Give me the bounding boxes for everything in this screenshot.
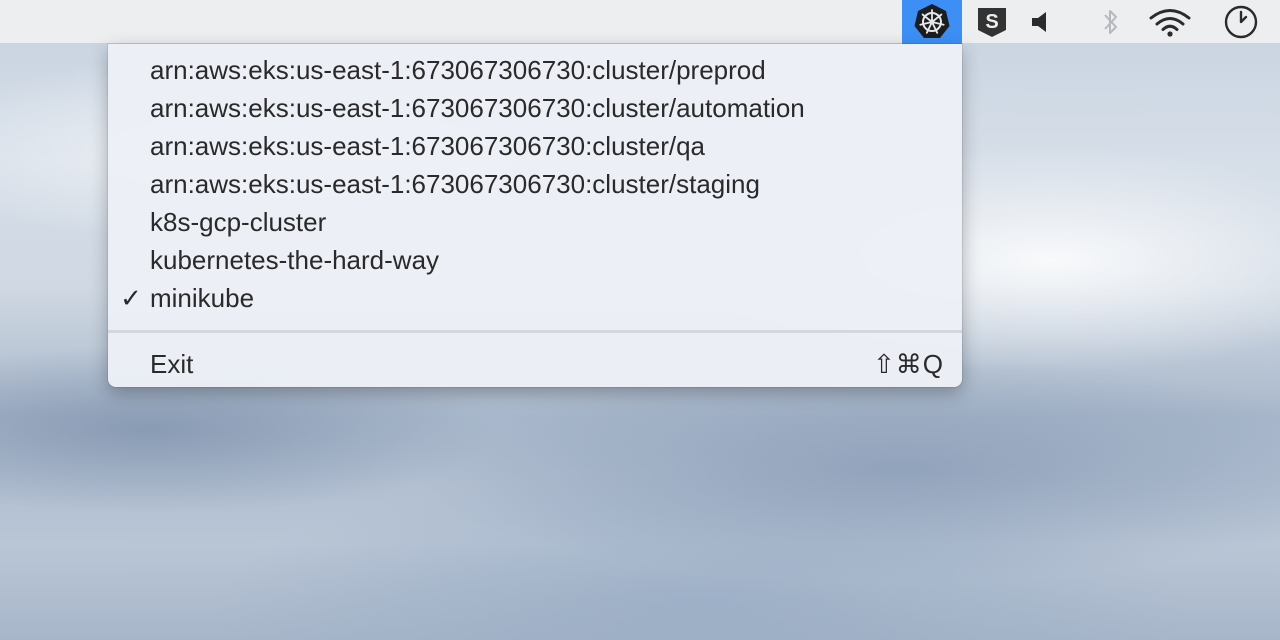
clock-status-item[interactable] — [1218, 0, 1264, 44]
volume-icon — [1032, 12, 1046, 32]
menu-bar: S — [0, 0, 1280, 44]
menu-item-cluster-automation[interactable]: arn:aws:eks:us-east-1:673067306730:clust… — [108, 89, 962, 127]
menu-item-k8s-gcp-cluster[interactable]: k8s-gcp-cluster — [108, 203, 962, 241]
kubernetes-icon — [914, 4, 950, 38]
menu-item-label: minikube — [150, 283, 255, 313]
desktop-wallpaper: S arn:aws:eks:us-east-1:673067306730:clu… — [0, 0, 1280, 640]
volume-status-item[interactable] — [1024, 0, 1058, 44]
wifi-status-item[interactable] — [1144, 0, 1196, 44]
menu-item-cluster-qa[interactable]: arn:aws:eks:us-east-1:673067306730:clust… — [108, 127, 962, 165]
menu-item-kubernetes-the-hard-way[interactable]: kubernetes-the-hard-way — [108, 241, 962, 279]
menu-item-cluster-preprod[interactable]: arn:aws:eks:us-east-1:673067306730:clust… — [108, 51, 962, 89]
menu-separator — [108, 330, 962, 333]
wifi-icon — [1149, 9, 1191, 37]
bluetooth-icon — [1104, 10, 1117, 34]
menu-item-label: kubernetes-the-hard-way — [150, 245, 440, 275]
exit-shortcut: ⇧⌘Q — [872, 349, 944, 379]
checkmark-icon: ✓ — [120, 283, 142, 313]
menu-item-label: arn:aws:eks:us-east-1:673067306730:clust… — [150, 93, 805, 123]
kubernetes-status-item[interactable] — [902, 0, 962, 44]
s-app-icon: S — [978, 8, 1006, 37]
exit-label: Exit — [150, 349, 194, 379]
menu-item-label: arn:aws:eks:us-east-1:673067306730:clust… — [150, 169, 760, 199]
s-app-status-item[interactable]: S — [970, 0, 1014, 44]
menu-item-label: arn:aws:eks:us-east-1:673067306730:clust… — [150, 55, 766, 85]
clock-icon — [1224, 5, 1258, 39]
exit-menu-item[interactable]: Exit ⇧⌘Q — [108, 345, 962, 383]
bluetooth-status-item[interactable] — [1094, 0, 1128, 44]
cluster-context-menu: arn:aws:eks:us-east-1:673067306730:clust… — [108, 44, 962, 387]
menu-item-label: arn:aws:eks:us-east-1:673067306730:clust… — [150, 131, 706, 161]
s-app-glyph: S — [985, 11, 998, 33]
menu-item-minikube[interactable]: ✓ minikube — [108, 279, 962, 317]
menu-item-cluster-staging[interactable]: arn:aws:eks:us-east-1:673067306730:clust… — [108, 165, 962, 203]
menu-item-label: k8s-gcp-cluster — [150, 207, 327, 237]
